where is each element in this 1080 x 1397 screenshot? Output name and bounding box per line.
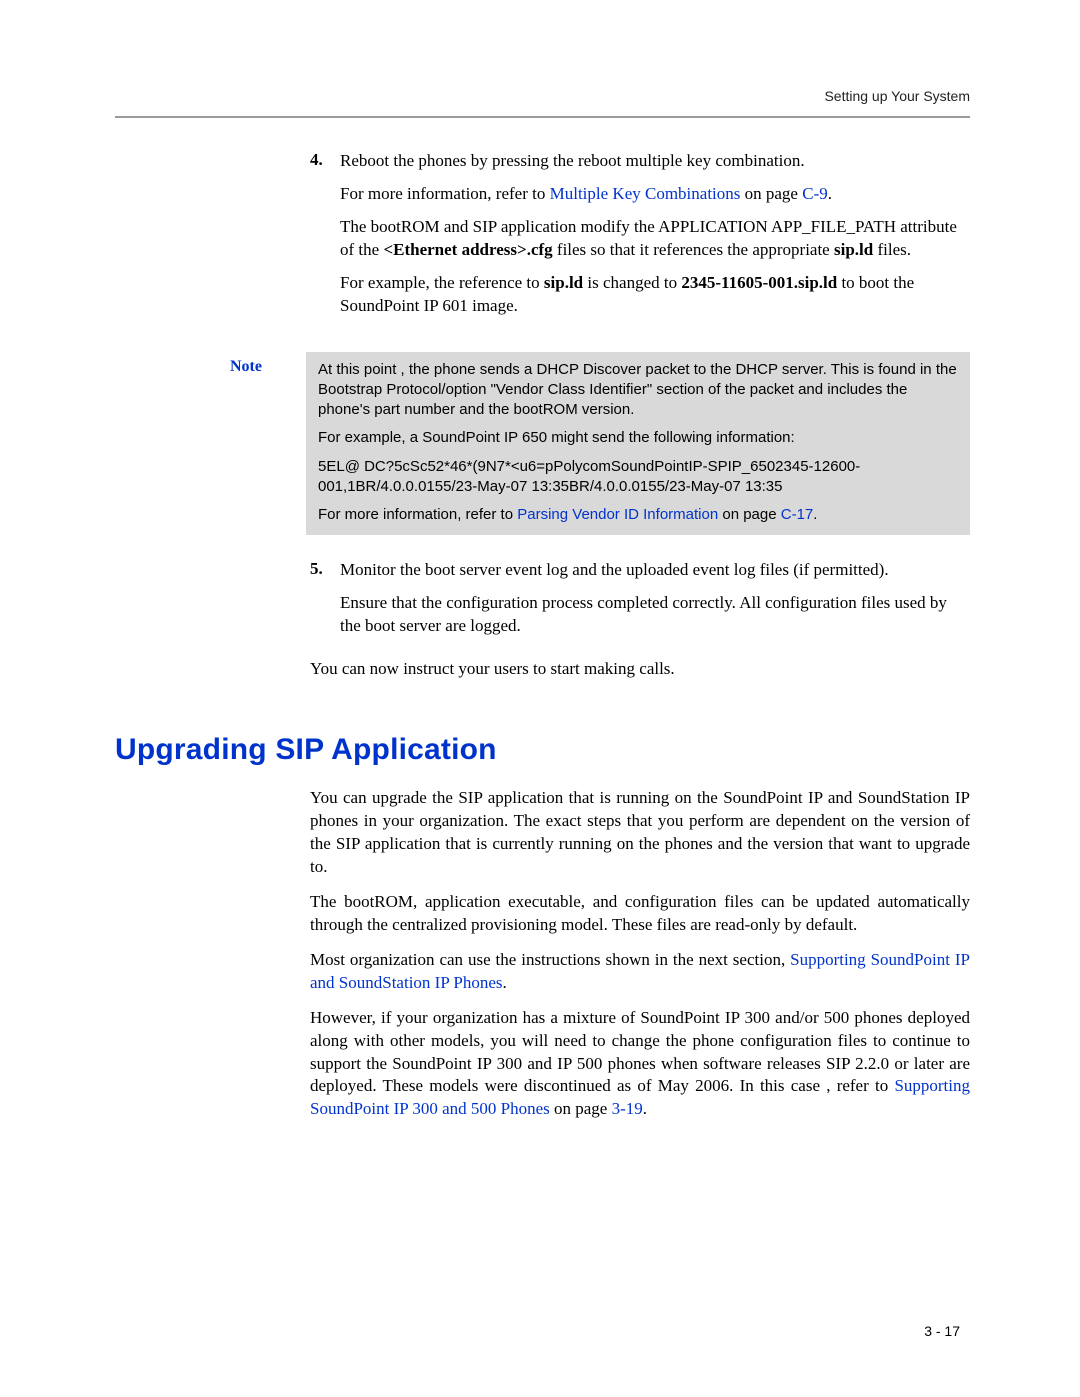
note-body: At this point , the phone sends a DHCP D… bbox=[306, 352, 970, 536]
upgrade-p2: The bootROM, application executable, and… bbox=[310, 891, 970, 937]
upgrade-p4: However, if your organization has a mixt… bbox=[310, 1007, 970, 1122]
step-4-example: For example, the reference to sip.ld is … bbox=[340, 272, 970, 318]
step-4: 4. Reboot the phones by pressing the reb… bbox=[310, 150, 970, 328]
step-5: 5. Monitor the boot server event log and… bbox=[310, 559, 970, 648]
note-p4: For more information, refer to Parsing V… bbox=[318, 505, 958, 525]
bold-sipld: sip.ld bbox=[834, 240, 873, 259]
text-fragment: For more information, refer to bbox=[318, 506, 517, 523]
step-5-p2: Ensure that the configuration process co… bbox=[340, 592, 970, 638]
running-header: Setting up Your System bbox=[115, 88, 970, 104]
heading-upgrading-sip: Upgrading SIP Application bbox=[115, 733, 970, 767]
text-fragment: files so that it references the appropri… bbox=[553, 240, 834, 259]
text-fragment: on page bbox=[718, 506, 781, 523]
text-fragment: . bbox=[503, 973, 507, 992]
link-page-3-19[interactable]: 3-19 bbox=[612, 1099, 643, 1118]
step-body: Monitor the boot server event log and th… bbox=[340, 559, 970, 648]
note-label: Note bbox=[230, 352, 306, 536]
text-fragment: on page bbox=[740, 184, 802, 203]
text-fragment: is changed to bbox=[583, 273, 681, 292]
text-fragment: files. bbox=[873, 240, 911, 259]
bold-sipld-filename: 2345-11605-001.sip.ld bbox=[681, 273, 837, 292]
text-fragment: on page bbox=[550, 1099, 612, 1118]
text-fragment: However, if your organization has a mixt… bbox=[310, 1008, 970, 1096]
closing-text: You can now instruct your users to start… bbox=[310, 658, 970, 681]
note-p1: At this point , the phone sends a DHCP D… bbox=[318, 360, 958, 421]
page-number: 3 - 17 bbox=[924, 1323, 960, 1339]
step-5-text: Monitor the boot server event log and th… bbox=[340, 559, 970, 582]
text-fragment: . bbox=[828, 184, 832, 203]
upgrade-p3: Most organization can use the instructio… bbox=[310, 949, 970, 995]
text-fragment: For more information, refer to bbox=[340, 184, 550, 203]
header-rule bbox=[115, 116, 970, 118]
bold-sipld-2: sip.ld bbox=[544, 273, 583, 292]
link-page-c9[interactable]: C-9 bbox=[802, 184, 828, 203]
text-fragment: For example, the reference to bbox=[340, 273, 544, 292]
text-fragment: Most organization can use the instructio… bbox=[310, 950, 790, 969]
note-p3: 5EL@ DC?5cSc52*46*(9N7*<u6=pPolycomSound… bbox=[318, 457, 958, 498]
bold-ethernet-cfg: <Ethernet address>.cfg bbox=[383, 240, 552, 259]
link-multiple-key-combinations[interactable]: Multiple Key Combinations bbox=[550, 184, 741, 203]
text-fragment: . bbox=[643, 1099, 647, 1118]
link-page-c17[interactable]: C-17 bbox=[781, 506, 814, 523]
step-number: 5. bbox=[310, 559, 340, 648]
step-4-moreinfo: For more information, refer to Multiple … bbox=[340, 183, 970, 206]
link-parsing-vendor-id[interactable]: Parsing Vendor ID Information bbox=[517, 506, 718, 523]
step-number: 4. bbox=[310, 150, 340, 328]
note-p2: For example, a SoundPoint IP 650 might s… bbox=[318, 428, 958, 448]
step-4-text: Reboot the phones by pressing the reboot… bbox=[340, 150, 970, 173]
main-content: 4. Reboot the phones by pressing the reb… bbox=[310, 150, 970, 1121]
step-body: Reboot the phones by pressing the reboot… bbox=[340, 150, 970, 328]
note-block: Note At this point , the phone sends a D… bbox=[230, 352, 970, 536]
step-4-bootrom: The bootROM and SIP application modify t… bbox=[340, 216, 970, 262]
text-fragment: . bbox=[813, 506, 817, 523]
upgrade-p1: You can upgrade the SIP application that… bbox=[310, 787, 970, 879]
